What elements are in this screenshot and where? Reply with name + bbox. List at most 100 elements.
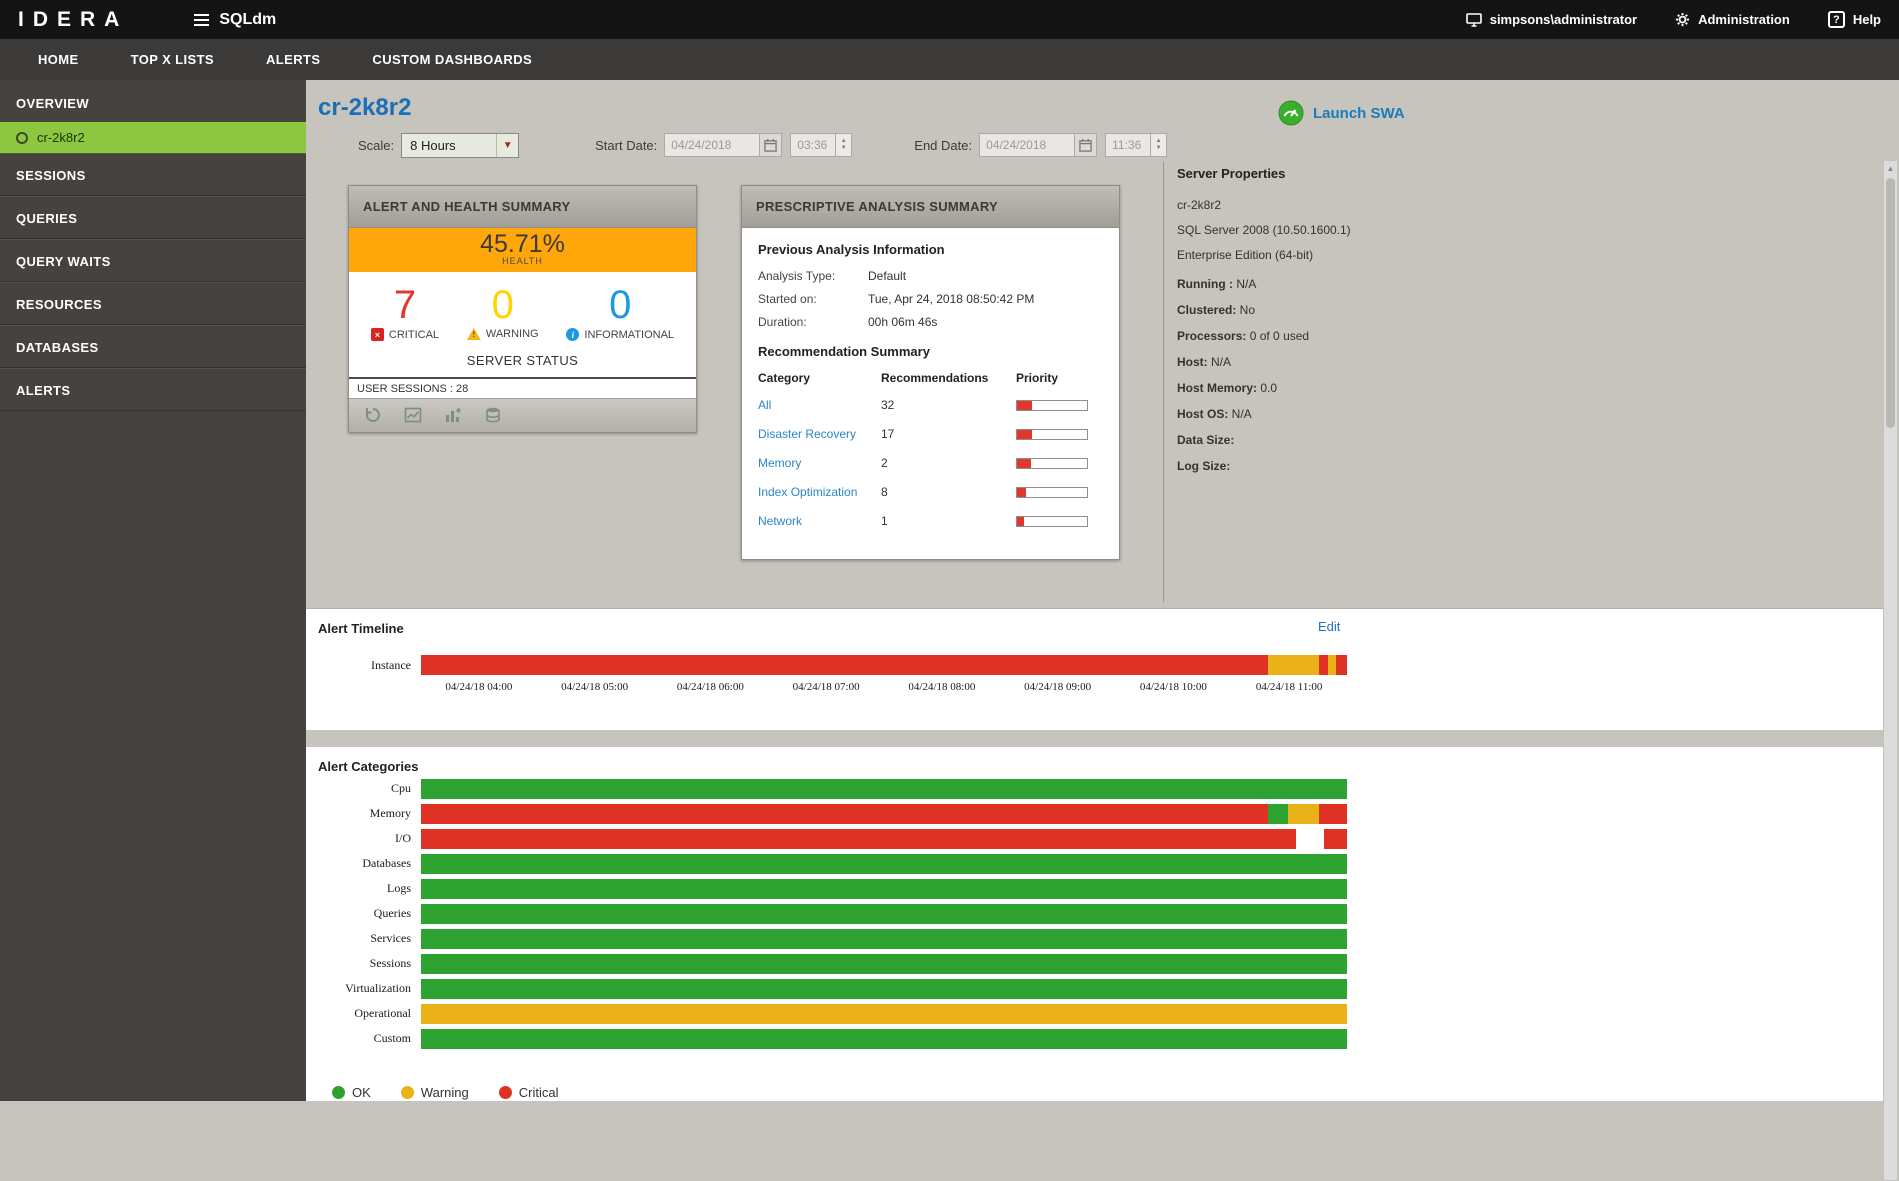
sidebar-item-queries[interactable]: QUERIES bbox=[0, 196, 306, 239]
nav-top-x-lists[interactable]: TOP X LISTS bbox=[105, 39, 240, 80]
row-label: Queries bbox=[306, 906, 421, 921]
legend-dot bbox=[332, 1086, 345, 1099]
priority-bar-fill bbox=[1017, 430, 1032, 439]
start-date-input[interactable] bbox=[664, 133, 760, 157]
bar-segment-critical bbox=[421, 655, 1268, 675]
sidebar-item-databases[interactable]: DATABASES bbox=[0, 325, 306, 368]
server-property: Clustered: No bbox=[1177, 303, 1507, 317]
critical-stat: 7 × CRITICAL bbox=[371, 284, 439, 341]
nav-alerts[interactable]: ALERTS bbox=[240, 39, 346, 80]
warning-stat: 0 ! WARNING bbox=[467, 284, 539, 341]
legend-item-warning: Warning bbox=[401, 1085, 469, 1100]
row-label: Memory bbox=[306, 806, 421, 821]
critical-count[interactable]: 7 bbox=[371, 284, 439, 326]
critical-icon: × bbox=[371, 328, 384, 341]
start-date-calendar-button[interactable] bbox=[760, 133, 782, 157]
prescriptive-card-title: PRESCRIPTIVE ANALYSIS SUMMARY bbox=[742, 186, 1119, 228]
warning-count[interactable]: 0 bbox=[467, 284, 539, 326]
menu-toggle[interactable]: SQLdm bbox=[194, 11, 276, 29]
analysis-type-row: Analysis Type: Default bbox=[758, 269, 1103, 283]
end-date-group bbox=[979, 133, 1097, 157]
end-date-input[interactable] bbox=[979, 133, 1075, 157]
server-name: cr-2k8r2 bbox=[37, 130, 85, 145]
chart-report-button[interactable] bbox=[403, 406, 423, 426]
sidebar-item-overview[interactable]: OVERVIEW bbox=[0, 80, 306, 122]
axis-tick: 04/24/18 06:00 bbox=[653, 681, 769, 693]
refresh-button[interactable] bbox=[363, 406, 383, 426]
user-menu[interactable]: simpsons\administrator bbox=[1466, 12, 1637, 27]
informational-count[interactable]: 0 bbox=[566, 284, 674, 326]
end-date-label: End Date: bbox=[914, 138, 972, 153]
server-status-label: SERVER STATUS bbox=[349, 341, 696, 377]
sidebar-item-query-waits[interactable]: QUERY WAITS bbox=[0, 239, 306, 282]
add-counter-button[interactable] bbox=[443, 406, 463, 426]
property-value: N/A bbox=[1233, 277, 1256, 291]
edit-timeline-link[interactable]: Edit bbox=[1318, 619, 1340, 634]
priority-bar-fill bbox=[1017, 401, 1032, 410]
health-score-banner: 45.71% HEALTH bbox=[349, 228, 696, 272]
scroll-up-arrow[interactable]: ▲ bbox=[1884, 161, 1897, 176]
recommendation-category-link[interactable]: All bbox=[758, 398, 881, 412]
critical-label: CRITICAL bbox=[389, 329, 439, 341]
start-time-stepper[interactable]: ▲ ▼ bbox=[836, 133, 852, 157]
recommendation-row: Memory2 bbox=[758, 456, 1103, 470]
recommendation-category-link[interactable]: Disaster Recovery bbox=[758, 427, 881, 441]
alert-health-summary-card: ALERT AND HEALTH SUMMARY 45.71% HEALTH 7… bbox=[348, 185, 697, 433]
administration-button[interactable]: Administration bbox=[1675, 12, 1790, 27]
sidebar-item-alerts[interactable]: ALERTS bbox=[0, 368, 306, 411]
health-label: HEALTH bbox=[349, 256, 696, 266]
gear-icon bbox=[1675, 12, 1690, 27]
priority-bar bbox=[1016, 400, 1088, 411]
sidebar-item-sessions[interactable]: SESSIONS bbox=[0, 153, 306, 196]
priority-header: Priority bbox=[1016, 371, 1058, 385]
warning-label-row: ! WARNING bbox=[467, 328, 539, 340]
alert-categories-panel: Alert Categories CpuMemoryI/ODatabasesLo… bbox=[306, 747, 1883, 1101]
row-label: Custom bbox=[306, 1031, 421, 1046]
bar-segment-ok bbox=[421, 854, 1347, 874]
sidebar-item-resources[interactable]: RESOURCES bbox=[0, 282, 306, 325]
recommendation-summary-heading: Recommendation Summary bbox=[758, 344, 1103, 359]
informational-label: INFORMATIONAL bbox=[584, 329, 674, 341]
axis-tick: 04/24/18 08:00 bbox=[884, 681, 1000, 693]
row-label: Operational bbox=[306, 1006, 421, 1021]
sidebar-item-server[interactable]: cr-2k8r2 bbox=[0, 122, 306, 153]
start-time-input[interactable] bbox=[790, 133, 836, 157]
started-on-label: Started on: bbox=[758, 292, 868, 306]
recommendation-table-header: Category Recommendations Priority bbox=[758, 371, 1103, 385]
help-button[interactable]: ? Help bbox=[1828, 11, 1881, 28]
stacked-bar bbox=[421, 1029, 1347, 1049]
chart-icon bbox=[404, 406, 422, 424]
scale-select[interactable]: 8 Hours ▼ bbox=[401, 133, 519, 158]
stacked-bar bbox=[421, 1004, 1347, 1024]
legend-label: Warning bbox=[421, 1085, 469, 1100]
alert-timeline-row: Instance bbox=[306, 653, 1883, 677]
vertical-scrollbar[interactable]: ▲ bbox=[1883, 160, 1898, 1181]
time-controls: Scale: 8 Hours ▼ Start Date: ▲ ▼ End Dat… bbox=[358, 132, 1229, 158]
nav-home[interactable]: HOME bbox=[12, 39, 105, 80]
launch-swa-button[interactable]: Launch SWA bbox=[1278, 100, 1405, 126]
app-name: SQLdm bbox=[219, 11, 276, 29]
row-label: Virtualization bbox=[306, 981, 421, 996]
property-label: Processors: bbox=[1177, 329, 1246, 343]
recommendation-category-link[interactable]: Memory bbox=[758, 456, 881, 470]
recommendation-category-link[interactable]: Network bbox=[758, 514, 881, 528]
end-date-calendar-button[interactable] bbox=[1075, 133, 1097, 157]
row-label: Services bbox=[306, 931, 421, 946]
recommendation-count: 17 bbox=[881, 427, 1016, 441]
stacked-bar bbox=[421, 879, 1347, 899]
database-button[interactable] bbox=[483, 406, 503, 426]
nav-custom-dashboards[interactable]: CUSTOM DASHBOARDS bbox=[346, 39, 558, 80]
end-time-stepper[interactable]: ▲ ▼ bbox=[1151, 133, 1167, 157]
started-on-value: Tue, Apr 24, 2018 08:50:42 PM bbox=[868, 292, 1034, 306]
timeline-axis: 04/24/18 04:0004/24/18 05:0004/24/18 06:… bbox=[421, 681, 1347, 693]
recommendation-category-link[interactable]: Index Optimization bbox=[758, 485, 881, 499]
axis-tick: 04/24/18 10:00 bbox=[1116, 681, 1232, 693]
property-label: Host OS: bbox=[1177, 407, 1228, 421]
server-properties-edition: Enterprise Edition (64-bit) bbox=[1177, 248, 1507, 262]
bar-segment-ok bbox=[421, 779, 1347, 799]
server-property: Running : N/A bbox=[1177, 277, 1507, 291]
end-time-input[interactable] bbox=[1105, 133, 1151, 157]
scroll-thumb[interactable] bbox=[1886, 178, 1895, 428]
launch-swa-label: Launch SWA bbox=[1313, 105, 1405, 122]
calendar-icon bbox=[1079, 139, 1092, 152]
